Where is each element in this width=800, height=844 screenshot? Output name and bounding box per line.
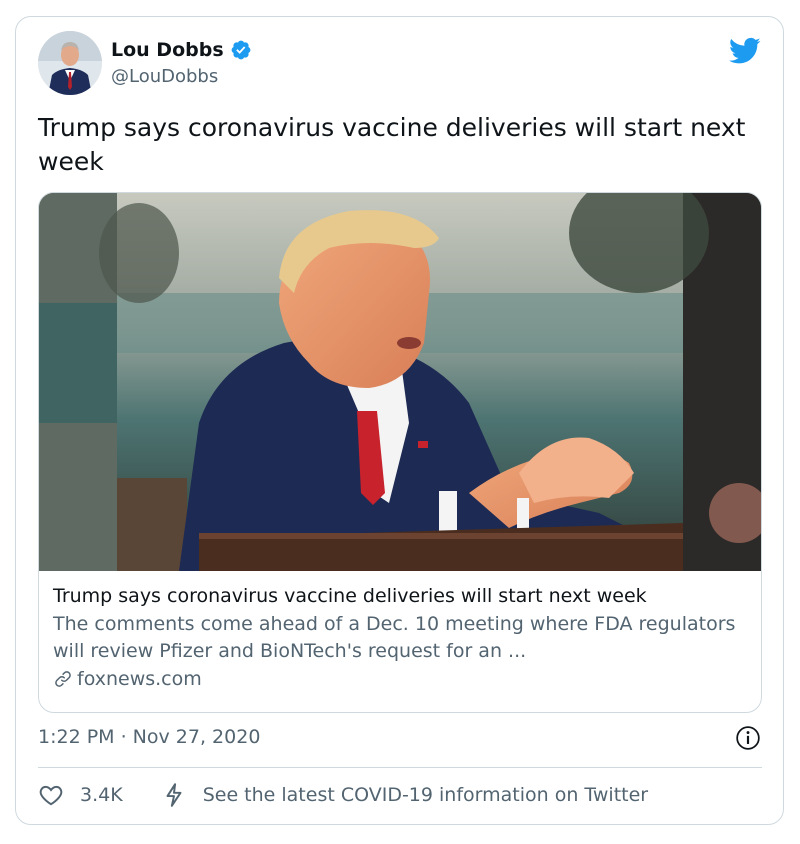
like-count[interactable]: 3.4K — [80, 784, 123, 806]
covid-info-link[interactable]: See the latest COVID-19 information on T… — [203, 784, 648, 806]
tweet-card: Lou Dobbs @LouDobbs Trump says coronavir… — [15, 16, 784, 825]
avatar[interactable] — [38, 31, 102, 95]
author-name[interactable]: Lou Dobbs — [111, 39, 224, 61]
verified-badge-icon — [231, 40, 251, 60]
link-preview-meta: Trump says coronavirus vaccine deliverie… — [53, 583, 747, 693]
tweet-timestamp[interactable]: 1:22 PM · Nov 27, 2020 — [38, 726, 260, 748]
tweet-text: Trump says coronavirus vaccine deliverie… — [38, 113, 746, 176]
divider — [38, 767, 762, 768]
info-icon[interactable] — [735, 725, 761, 751]
link-domain[interactable]: foxnews.com — [77, 665, 202, 693]
link-description: The comments come ahead of a Dec. 10 mee… — [53, 613, 736, 662]
heart-icon[interactable] — [38, 782, 64, 808]
covid-bolt-icon[interactable] — [163, 782, 185, 808]
author-handle[interactable]: @LouDobbs — [111, 66, 218, 87]
link-title[interactable]: Trump says coronavirus vaccine deliverie… — [53, 583, 747, 609]
link-preview-card[interactable]: Trump says coronavirus vaccine deliverie… — [38, 192, 762, 713]
link-preview-image[interactable] — [39, 193, 761, 571]
link-domain-row[interactable]: foxnews.com — [53, 665, 747, 693]
tweet-actions: 3.4K See the latest COVID-19 information… — [38, 779, 648, 811]
author-name-row[interactable]: Lou Dobbs — [111, 39, 252, 61]
twitter-bird-icon[interactable] — [729, 37, 761, 65]
link-icon — [55, 671, 71, 687]
